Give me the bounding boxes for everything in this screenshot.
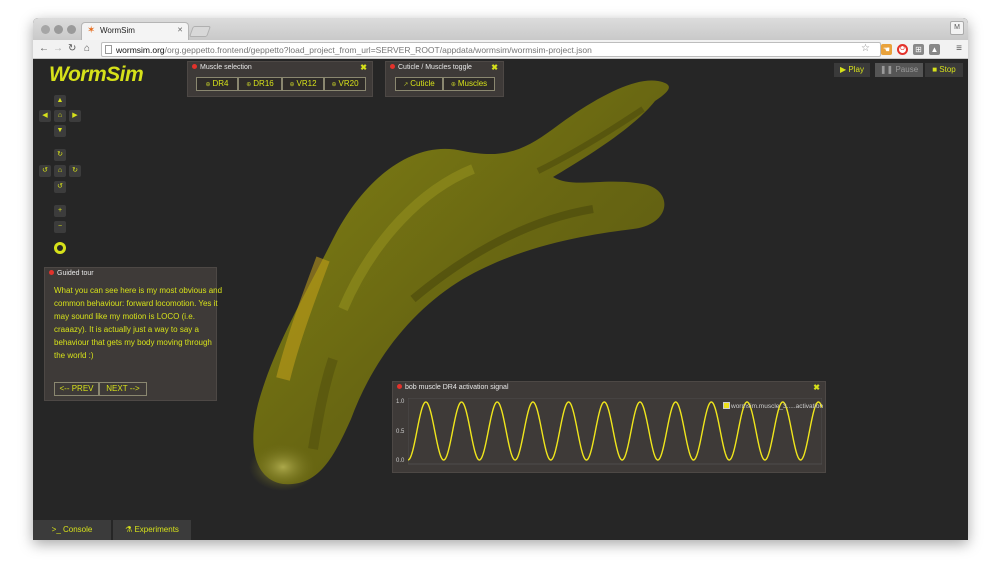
rotate-right-icon[interactable]: ↻: [69, 165, 81, 177]
bottom-bar: >_ Console ⚗ Experiments: [33, 520, 193, 540]
extension-hand-icon[interactable]: ☚: [881, 44, 892, 55]
guided-tour-panel: Guided tour What you can see here is my …: [44, 267, 222, 401]
new-tab-button[interactable]: [188, 26, 212, 37]
url-host: wormsim.org: [116, 45, 165, 55]
bookmark-star-icon[interactable]: ☆: [861, 43, 870, 54]
back-arrow-icon[interactable]: ←: [39, 43, 49, 55]
muscle-vr12-button[interactable]: ⊕ VR12: [282, 77, 324, 91]
pan-down-icon[interactable]: ▼: [54, 125, 66, 137]
pan-left-icon[interactable]: ◀: [39, 110, 51, 122]
browser-window: ✶ WormSim ✕ M ← → ↻ ⌂ wormsim.org/org.ge…: [33, 18, 968, 540]
cuticle-button[interactable]: ↗ Cuticle: [395, 77, 443, 91]
muscle-dr16-button[interactable]: ⊕ DR16: [238, 77, 282, 91]
y-tick-label: 0.5: [396, 429, 405, 435]
close-window-icon[interactable]: [41, 25, 50, 34]
cuticle-toggle-panel: Cuticle / Muscles toggle ✖ ↗ Cuticle ⊕ Mus…: [385, 61, 504, 97]
guided-tour-title: Guided tour: [57, 270, 94, 277]
muscle-icon: ⊕: [450, 82, 456, 88]
pan-right-icon[interactable]: ▶: [69, 110, 81, 122]
muscle-selection-title: Muscle selection: [200, 64, 252, 71]
opera-extension-icon[interactable]: O: [897, 44, 908, 55]
drive-extension-icon[interactable]: ▲: [929, 44, 940, 55]
wormsim-canvas[interactable]: WormSim ▲ ◀ ⌂ ▶ ▼ ↻ ↺ ⌂ ↻ ↺ + − Muscle s…: [33, 59, 968, 540]
browser-toolbar: ← → ↻ ⌂ wormsim.org/org.geppetto.fronten…: [33, 40, 968, 59]
home-icon[interactable]: ⌂: [84, 43, 90, 55]
panel-dot-icon: [397, 384, 402, 389]
activation-series-line: [408, 401, 822, 461]
console-icon: >_: [51, 525, 63, 534]
rotate-home-icon[interactable]: ⌂: [54, 165, 66, 177]
legend-swatch: [723, 402, 730, 409]
guided-tour-text: What you can see here is my most obvious…: [54, 286, 223, 360]
stop-button[interactable]: ■ Stop: [925, 63, 963, 77]
minimize-window-icon[interactable]: [54, 25, 63, 34]
next-button[interactable]: NEXT -->: [99, 382, 147, 396]
play-button[interactable]: ▶ Play: [834, 63, 870, 77]
y-tick-label: 1.0: [396, 399, 405, 405]
y-tick-label: 0.0: [396, 458, 405, 464]
pause-icon: ❚❚: [879, 65, 896, 74]
url-path: /org.geppetto.frontend/geppetto?load_pro…: [164, 45, 592, 55]
muscle-vr20-button[interactable]: ⊕ VR20: [324, 77, 366, 91]
reload-icon[interactable]: ↻: [68, 43, 76, 55]
extension-icon[interactable]: ⊞: [913, 44, 924, 55]
rotate-left-icon[interactable]: ↺: [39, 165, 51, 177]
cuticle-toggle-title: Cuticle / Muscles toggle: [398, 64, 472, 71]
browser-tab[interactable]: ✶ WormSim ✕: [81, 22, 189, 40]
panel-dot-icon: [49, 270, 54, 275]
arrow-icon: ↗: [403, 82, 409, 88]
pan-home-icon[interactable]: ⌂: [54, 110, 66, 122]
page-icon: [105, 45, 112, 54]
tab-strip: ✶ WormSim ✕ M: [33, 18, 968, 40]
experiments-tab[interactable]: ⚗ Experiments: [113, 520, 191, 540]
wormsim-logo: WormSim: [49, 63, 144, 86]
close-tab-icon[interactable]: ✕: [177, 26, 183, 34]
profile-button[interactable]: M: [950, 21, 964, 35]
signal-panel-title: bob muscle DR4 activation signal: [405, 384, 509, 391]
activation-signal-panel: bob muscle DR4 activation signal ✖ 1.0 0…: [392, 381, 826, 473]
muscle-icon: ⊕: [331, 82, 337, 88]
muscle-dr4-button[interactable]: ⊕ DR4: [196, 77, 238, 91]
muscle-icon: ⊕: [246, 82, 252, 88]
maximize-window-icon[interactable]: [67, 25, 76, 34]
console-tab[interactable]: >_ Console: [33, 520, 111, 540]
close-icon[interactable]: ✖: [491, 63, 498, 72]
github-icon[interactable]: [54, 242, 66, 254]
prev-button[interactable]: <-- PREV: [54, 382, 99, 396]
muscle-icon: ⊕: [205, 82, 211, 88]
muscle-selection-panel: Muscle selection ✖ ⊕ DR4 ⊕ DR16 ⊕ VR12 ⊕ VR2…: [187, 61, 373, 97]
tab-title: WormSim: [100, 26, 135, 35]
plot-legend: wormsim.muscle_3.....activation: [723, 402, 823, 410]
zoom-in-icon[interactable]: +: [54, 205, 66, 217]
rotate-down-icon[interactable]: ↺: [54, 181, 66, 193]
panel-dot-icon: [390, 64, 395, 69]
forward-arrow-icon[interactable]: →: [53, 43, 63, 55]
browser-menu-icon[interactable]: ≡: [956, 43, 962, 54]
zoom-out-icon[interactable]: −: [54, 221, 66, 233]
close-icon[interactable]: ✖: [360, 63, 367, 72]
pause-button[interactable]: ❚❚ Pause: [875, 63, 923, 77]
muscle-icon: ⊕: [289, 82, 295, 88]
pan-up-icon[interactable]: ▲: [54, 95, 66, 107]
legend-label: wormsim.muscle_3.....activation: [731, 403, 824, 410]
close-icon[interactable]: ✖: [813, 383, 820, 392]
muscles-button[interactable]: ⊕ Muscles: [443, 77, 495, 91]
rotate-up-icon[interactable]: ↻: [54, 149, 66, 161]
panel-dot-icon: [192, 64, 197, 69]
wormsim-favicon-icon: ✶: [87, 25, 96, 36]
address-bar[interactable]: wormsim.org/org.geppetto.frontend/geppet…: [101, 42, 881, 57]
